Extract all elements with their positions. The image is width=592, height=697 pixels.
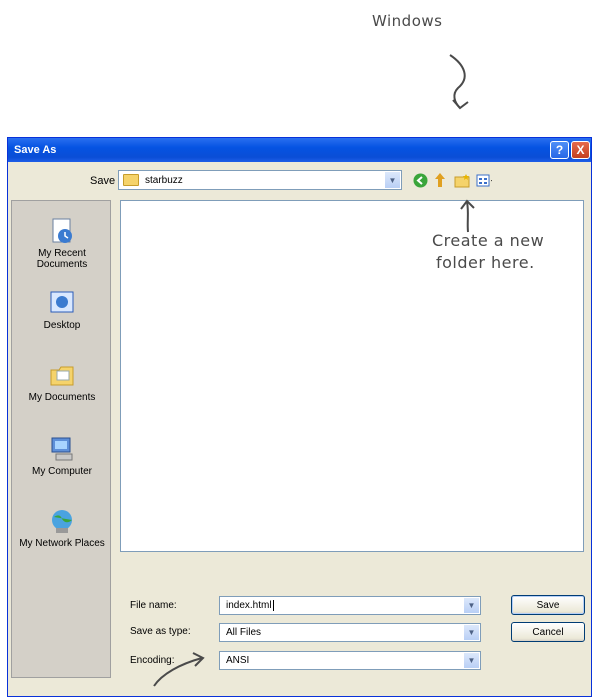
new-folder-icon[interactable] xyxy=(454,172,470,188)
cancel-button[interactable]: Cancel xyxy=(511,622,585,642)
places-bar: My Recent Documents Desktop My Documents… xyxy=(11,200,111,678)
windows-annotation: Windows xyxy=(372,12,443,30)
annotation-line: folder here. xyxy=(436,253,535,272)
text-cursor xyxy=(272,600,274,611)
annotation-line: Create a new xyxy=(432,231,545,250)
views-menu-icon[interactable] xyxy=(476,172,492,188)
encoding-value: ANSI xyxy=(226,655,250,666)
title-bar: Save As ? X xyxy=(8,138,591,162)
save-as-type-dropdown[interactable]: All Files ▼ xyxy=(219,623,481,642)
place-network-places[interactable]: My Network Places xyxy=(12,507,112,549)
place-desktop[interactable]: Desktop xyxy=(12,289,112,331)
place-label: My Computer xyxy=(31,466,92,477)
network-places-icon xyxy=(48,507,76,535)
my-documents-icon xyxy=(48,361,76,389)
folder-icon xyxy=(123,174,139,186)
annotation-arrow-icon xyxy=(153,652,205,687)
save-button[interactable]: Save xyxy=(511,595,585,615)
place-label: My Network Places xyxy=(19,538,105,549)
my-computer-icon xyxy=(48,435,76,463)
file-name-label: File name: xyxy=(130,600,177,611)
save-in-value: starbuzz xyxy=(145,174,183,186)
place-recent-documents[interactable]: My Recent Documents xyxy=(12,217,112,270)
chevron-down-icon[interactable]: ▼ xyxy=(463,598,479,613)
encoding-dropdown[interactable]: ANSI ▼ xyxy=(219,651,481,670)
save-as-type-value: All Files xyxy=(226,627,262,638)
chevron-down-icon[interactable]: ▼ xyxy=(384,172,400,188)
desktop-icon xyxy=(48,289,76,317)
annotation-arrow-icon xyxy=(449,54,469,110)
annotation-arrow-icon xyxy=(460,199,475,233)
file-name-input[interactable]: index.html ▼ xyxy=(219,596,481,615)
up-folder-icon[interactable] xyxy=(432,172,448,188)
create-folder-annotation: Create a new folder here. xyxy=(432,230,592,274)
place-label: Desktop xyxy=(43,320,81,331)
place-my-computer[interactable]: My Computer xyxy=(12,435,112,477)
place-label: My Documents xyxy=(28,392,96,403)
file-name-value: index.html xyxy=(226,600,272,611)
save-as-type-label: Save as type: xyxy=(130,626,191,637)
chevron-down-icon[interactable]: ▼ xyxy=(463,625,479,640)
save-in-dropdown[interactable]: starbuzz ▼ xyxy=(118,170,402,190)
dialog-title: Save As xyxy=(14,144,57,156)
place-my-documents[interactable]: My Documents xyxy=(12,361,112,403)
place-label: My Recent Documents xyxy=(36,248,88,270)
recent-documents-icon xyxy=(48,217,76,245)
close-button[interactable]: X xyxy=(571,141,590,159)
save-as-dialog: Save As ? X Save in: starbuzz ▼ My Recen… xyxy=(7,137,592,697)
help-button[interactable]: ? xyxy=(550,141,569,159)
chevron-down-icon[interactable]: ▼ xyxy=(463,653,479,668)
save-in-toolbar: Save in: starbuzz ▼ xyxy=(8,170,591,194)
back-icon[interactable] xyxy=(412,172,428,188)
